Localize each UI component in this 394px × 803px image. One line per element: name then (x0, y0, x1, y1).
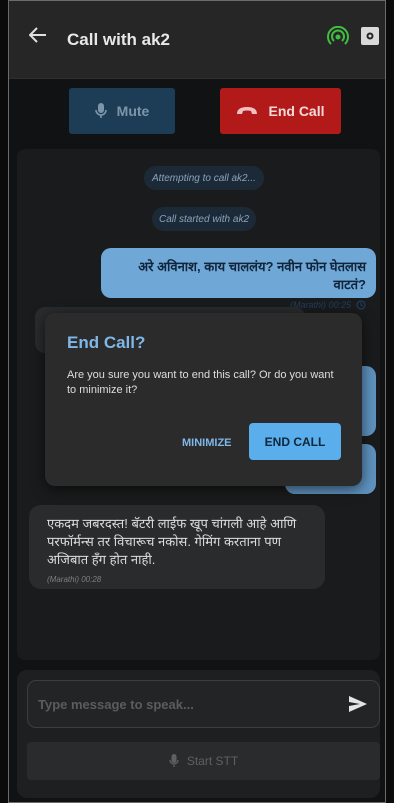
message-input-placeholder: Type message to speak... (38, 697, 194, 712)
send-icon[interactable] (348, 695, 368, 713)
message-line: परफॉर्मन्स तर विचारूच नकोस. गेमिंग करतान… (47, 534, 281, 549)
microphone-icon (94, 103, 107, 118)
end-call-button[interactable]: End Call (220, 88, 341, 134)
message-input[interactable]: Type message to speak... (27, 680, 380, 728)
dialog-body: Are you sure you want to end this call? … (67, 369, 334, 396)
message-meta: (Marathi) 00:28 (47, 575, 102, 584)
start-stt-button[interactable]: Start STT (27, 742, 380, 780)
hang-up-phone-icon (237, 107, 258, 114)
incoming-message-bubble: एकदम जबरदस्त! बॅटरी लाईफ खूप चांगली आहे … (29, 505, 325, 589)
start-stt-label: Start STT (186, 754, 239, 768)
message-line: अजिबात हॅंग होत नाही. (47, 552, 156, 567)
dialog-title: End Call? (67, 333, 146, 352)
system-message: Call started with ak2 (152, 207, 256, 231)
minimize-button[interactable]: MINIMIZE (182, 437, 232, 449)
microphone-icon (169, 754, 179, 767)
top-app-bar: Call with ak2 (9, 1, 385, 79)
app-frame: Call with ak2 Mute End Call Attempting t… (8, 0, 386, 803)
end-call-dialog: End Call? Are you sure you want to end t… (45, 313, 362, 486)
clock-icon (356, 300, 366, 310)
confirm-end-call-button[interactable]: END CALL (249, 423, 341, 460)
connection-status-icon (327, 25, 349, 48)
end-call-label: End Call (268, 103, 325, 119)
system-message: Attempting to call ak2... (144, 166, 264, 190)
mute-label: Mute (116, 103, 150, 119)
outgoing-message-bubble: अरे अविनाश, काय चाललंय? नवीन फोन घेतलास … (101, 248, 376, 310)
settings-gear-icon[interactable] (361, 27, 379, 45)
message-text: अरे अविनाश, काय चाललंय? नवीन फोन घेतलास … (138, 259, 366, 292)
mute-button[interactable]: Mute (69, 88, 175, 134)
back-arrow-icon[interactable] (26, 23, 50, 47)
page-title: Call with ak2 (67, 30, 170, 49)
message-line: एकदम जबरदस्त! बॅटरी लाईफ खूप चांगली आहे … (47, 516, 297, 531)
